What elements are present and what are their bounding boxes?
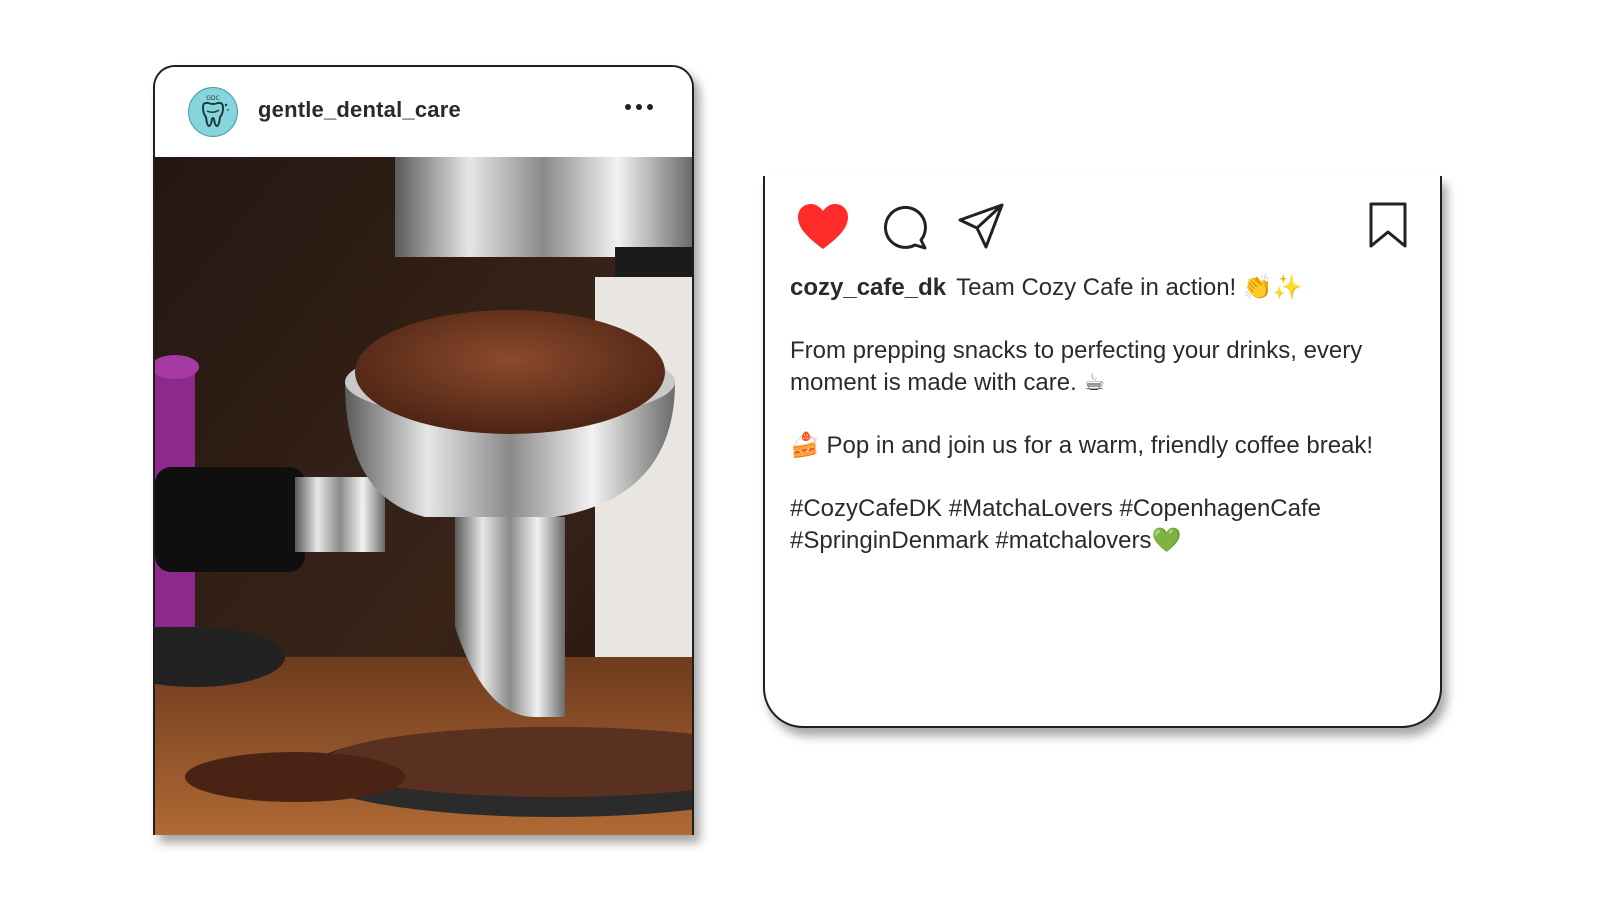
caption-hashtags[interactable]: #CozyCafeDK #MatchaLovers #CopenhagenCaf…	[790, 493, 1420, 557]
share-icon[interactable]	[958, 203, 1004, 249]
tooth-logo-icon: GDC	[190, 89, 236, 135]
profile-avatar[interactable]: GDC	[188, 87, 238, 137]
post-caption: cozy_cafe_dk Team Cozy Cafe in action! 👏✨…	[790, 272, 1420, 588]
action-bar	[765, 176, 1440, 276]
post-username[interactable]: gentle_dental_care	[258, 97, 461, 123]
more-horizontal-icon[interactable]	[625, 95, 659, 119]
instagram-post-card: GDC gentle_dental_care	[153, 65, 694, 835]
caption-line-1: cozy_cafe_dk Team Cozy Cafe in action! 👏✨	[790, 272, 1420, 304]
caption-text-1: Team Cozy Cafe in action! 👏✨	[956, 274, 1303, 301]
caption-card: cozy_cafe_dk Team Cozy Cafe in action! 👏✨…	[763, 176, 1442, 728]
comment-icon[interactable]	[881, 204, 927, 250]
post-photo	[155, 157, 692, 835]
caption-text-2: From prepping snacks to perfecting your …	[790, 337, 1363, 396]
avatar-logo-text: GDC	[206, 95, 219, 102]
post-header: GDC gentle_dental_care	[155, 67, 692, 157]
caption-text-3: 🍰 Pop in and join us for a warm, friendl…	[790, 432, 1374, 459]
caption-username[interactable]: cozy_cafe_dk	[790, 274, 946, 301]
heart-icon[interactable]	[797, 203, 849, 251]
bookmark-icon[interactable]	[1368, 202, 1408, 248]
